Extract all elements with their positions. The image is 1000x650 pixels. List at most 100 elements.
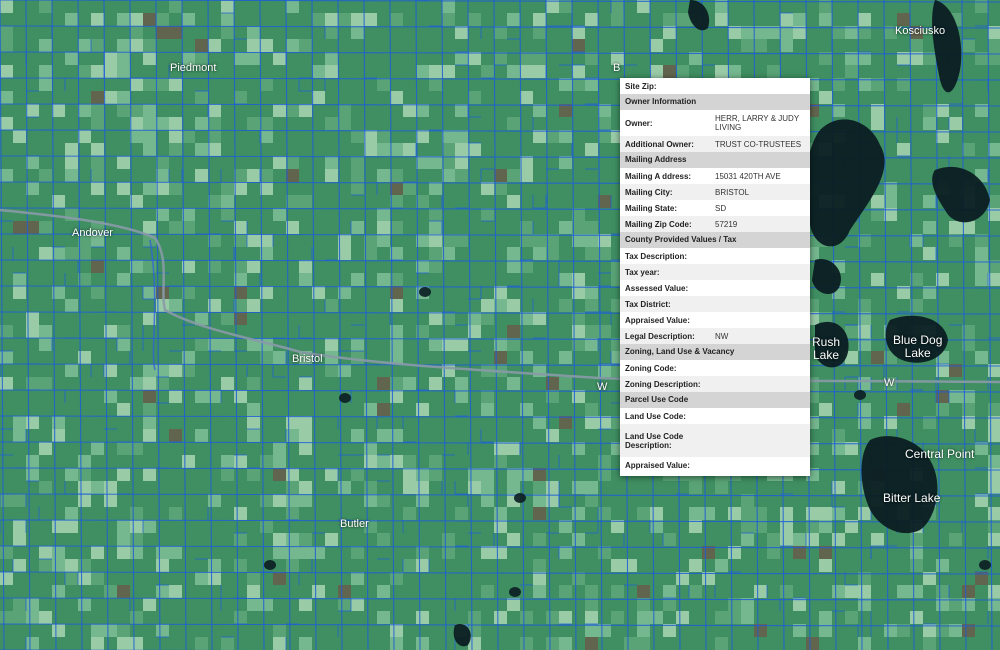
field-patch — [910, 39, 923, 52]
field-patch — [377, 208, 390, 221]
field-patch — [39, 221, 52, 234]
field-patch — [351, 13, 364, 26]
field-patch — [260, 494, 273, 507]
field-patch — [403, 559, 416, 572]
field-patch — [663, 598, 676, 611]
field-patch — [299, 598, 312, 611]
field-patch — [442, 546, 455, 559]
label-site-zip: Site Zip: — [625, 81, 657, 91]
field-patch — [364, 442, 377, 455]
field-patch — [273, 208, 286, 221]
parcel-info-popup[interactable]: Site Zip: Owner Information Owner: HERR,… — [620, 78, 810, 476]
field-patch — [221, 0, 234, 13]
field-patch — [91, 13, 104, 26]
field-patch — [221, 195, 234, 208]
field-patch — [130, 117, 143, 130]
field-patch — [39, 78, 52, 91]
field-patch — [169, 585, 182, 598]
field-patch — [91, 286, 104, 299]
field-patch — [39, 442, 52, 455]
field-patch — [390, 169, 403, 182]
bare-field-patch — [13, 221, 26, 234]
field-patch — [455, 390, 468, 403]
field-patch — [819, 611, 832, 624]
field-patch — [468, 91, 481, 104]
field-patch — [208, 494, 221, 507]
field-patch — [247, 39, 260, 52]
field-patch — [962, 39, 975, 52]
bare-field-patch — [169, 429, 182, 442]
field-patch — [312, 91, 325, 104]
field-patch — [455, 377, 468, 390]
field-patch — [481, 312, 494, 325]
field-patch — [65, 364, 78, 377]
field-patch — [143, 52, 156, 65]
field-patch — [143, 39, 156, 52]
field-patch — [286, 468, 299, 481]
field-patch — [650, 65, 663, 78]
field-patch — [780, 39, 793, 52]
value-additional-owner: TRUST CO-TRUSTEES — [715, 139, 802, 149]
bare-field-patch — [143, 13, 156, 26]
field-patch — [26, 637, 39, 650]
field-patch — [572, 208, 585, 221]
field-patch — [325, 169, 338, 182]
field-patch — [273, 442, 286, 455]
field-patch — [39, 559, 52, 572]
field-patch — [923, 247, 936, 260]
field-patch — [637, 598, 650, 611]
field-patch — [377, 273, 390, 286]
field-patch — [637, 0, 650, 13]
bare-field-patch — [273, 572, 286, 585]
field-patch — [325, 364, 338, 377]
field-patch — [923, 637, 936, 650]
field-patch — [364, 143, 377, 156]
field-patch — [559, 377, 572, 390]
field-patch — [234, 559, 247, 572]
row-mailing-address: Mailing A ddress: 15031 420TH AVE — [620, 168, 810, 184]
field-patch — [169, 78, 182, 91]
field-patch — [416, 156, 429, 169]
field-patch — [286, 494, 299, 507]
row-legal-description: Legal Description: NW — [620, 328, 810, 344]
field-patch — [429, 260, 442, 273]
field-patch — [117, 39, 130, 52]
field-patch — [117, 13, 130, 26]
field-patch — [325, 468, 338, 481]
field-patch — [65, 299, 78, 312]
field-patch — [143, 520, 156, 533]
field-patch — [377, 130, 390, 143]
satellite-map[interactable] — [0, 0, 1000, 650]
field-patch — [845, 585, 858, 598]
row-mailing-state: Mailing State: SD — [620, 200, 810, 216]
field-patch — [676, 572, 689, 585]
field-patch — [910, 559, 923, 572]
field-patch — [208, 143, 221, 156]
field-patch — [273, 624, 286, 637]
field-patch — [247, 26, 260, 39]
field-patch — [13, 130, 26, 143]
field-patch — [286, 533, 299, 546]
field-patch — [0, 494, 13, 507]
field-patch — [351, 130, 364, 143]
field-patch — [338, 598, 351, 611]
field-patch — [871, 273, 884, 286]
row-land-use-code: Land Use Code: — [620, 408, 810, 424]
field-patch — [611, 0, 624, 13]
field-patch — [208, 130, 221, 143]
field-patch — [52, 429, 65, 442]
bare-field-patch — [533, 507, 546, 520]
field-patch — [286, 156, 299, 169]
field-patch — [533, 13, 546, 26]
field-patch — [598, 455, 611, 468]
field-patch — [338, 117, 351, 130]
field-patch — [455, 338, 468, 351]
field-patch — [221, 13, 234, 26]
bare-field-patch — [91, 91, 104, 104]
field-patch — [468, 13, 481, 26]
field-patch — [286, 429, 299, 442]
field-patch — [390, 455, 403, 468]
field-patch — [299, 416, 312, 429]
field-patch — [559, 130, 572, 143]
field-patch — [468, 468, 481, 481]
